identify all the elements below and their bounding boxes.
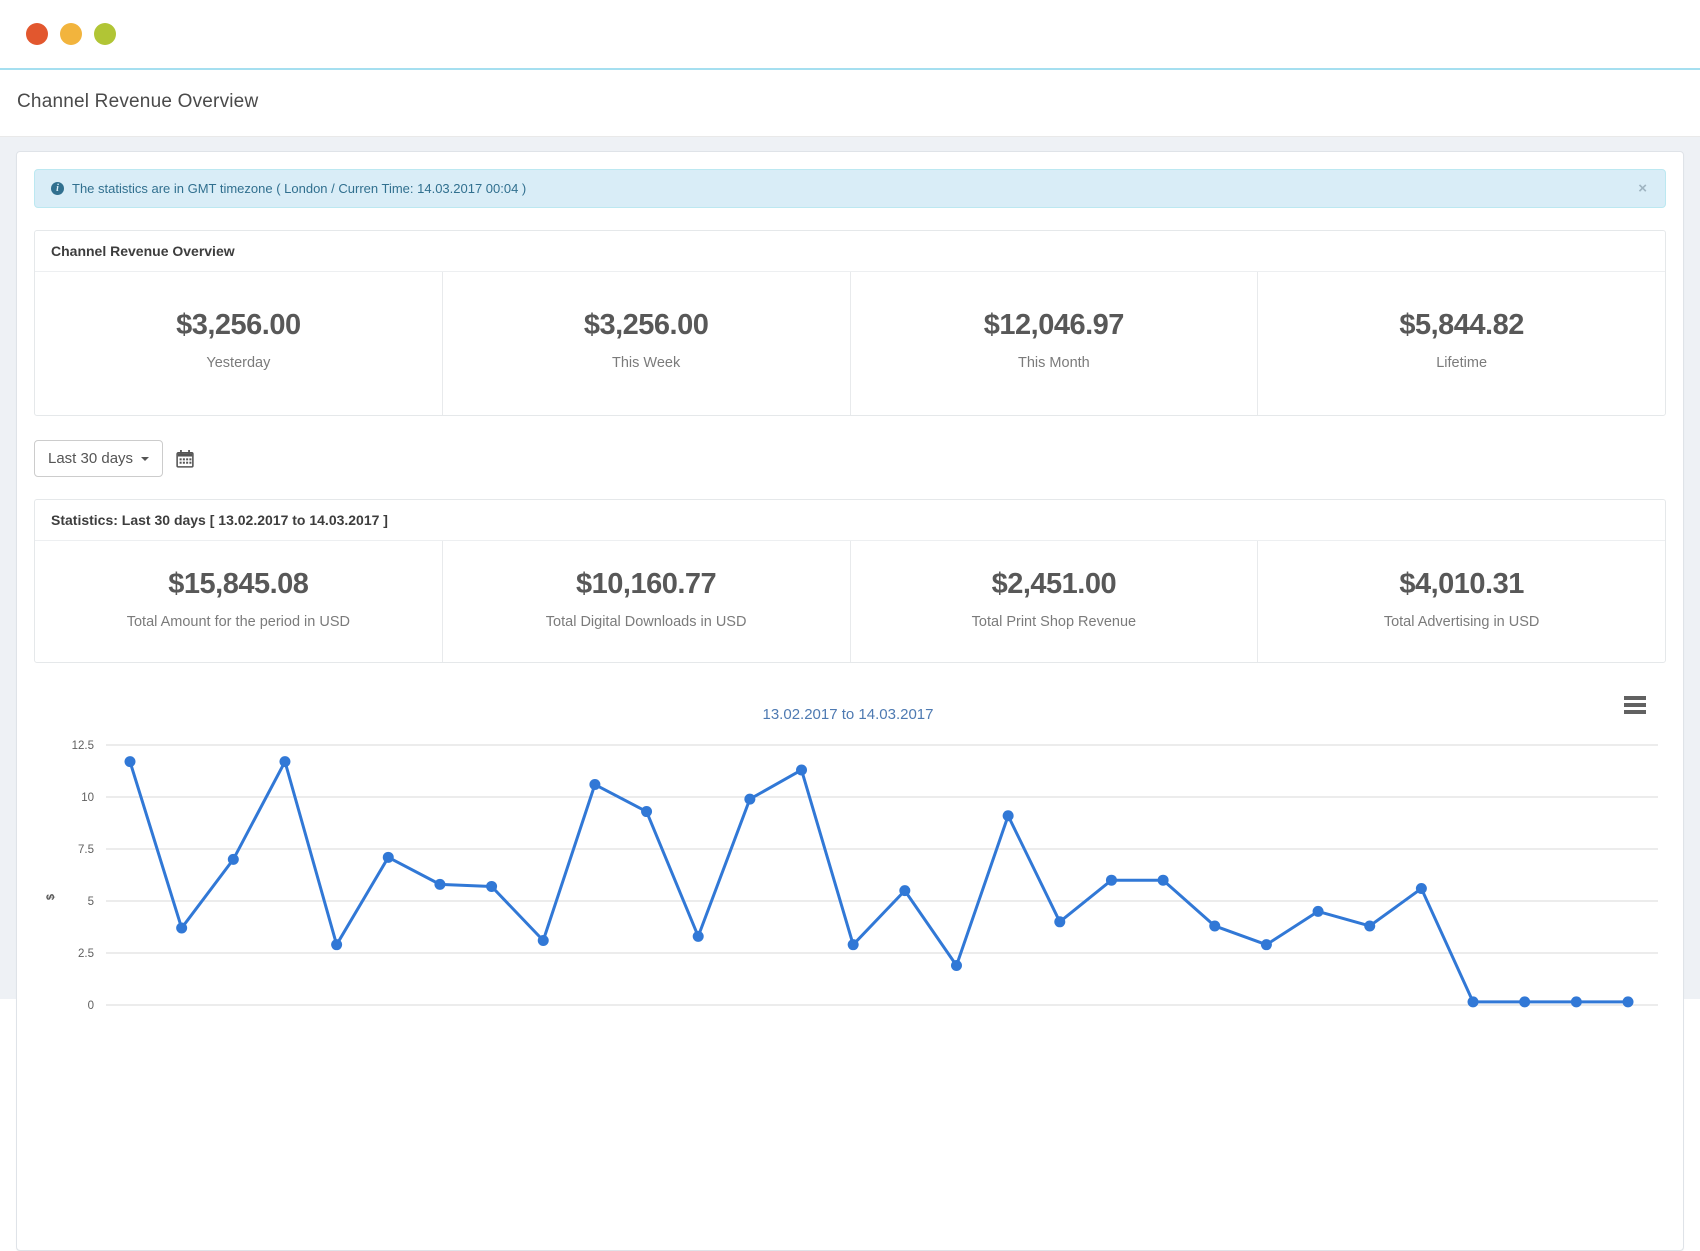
page-background: i The statistics are in GMT timezone ( L…	[0, 137, 1700, 999]
data-point-marker[interactable]	[1519, 996, 1530, 1007]
y-tick-label: 10	[81, 792, 94, 804]
stat-value: $5,844.82	[1268, 309, 1655, 342]
app-window: { "window": { "traffic_lights": [ {"name…	[0, 0, 1700, 1000]
data-point-marker[interactable]	[1261, 939, 1272, 950]
content-card: i The statistics are in GMT timezone ( L…	[16, 151, 1684, 1251]
window-titlebar	[0, 0, 1700, 70]
page-title: Channel Revenue Overview	[17, 91, 1683, 113]
data-point-marker[interactable]	[176, 923, 187, 934]
y-tick-label: 5	[88, 896, 94, 908]
alert-message: The statistics are in GMT timezone ( Lon…	[72, 180, 526, 197]
stat-label: Total Amount for the period in USD	[45, 614, 432, 631]
chart-menu-button[interactable]	[1624, 691, 1646, 719]
stat-value: $15,845.08	[45, 568, 432, 601]
stat-total-amount: $15,845.08 Total Amount for the period i…	[35, 541, 442, 662]
data-point-marker[interactable]	[641, 806, 652, 817]
stat-value: $4,010.31	[1268, 568, 1655, 601]
traffic-light-zoom-button[interactable]	[94, 23, 116, 45]
data-point-marker[interactable]	[693, 931, 704, 942]
y-axis-title: $	[45, 894, 57, 900]
data-point-marker[interactable]	[1054, 916, 1065, 927]
stat-value: $12,046.97	[861, 309, 1248, 342]
calendar-icon	[176, 450, 194, 468]
y-tick-label: 0	[88, 1000, 94, 1012]
traffic-light-minimize-button[interactable]	[60, 23, 82, 45]
chart-section: 2.5 5 7.5 10 12.5 0 $13.02.2017 to 14.03.2017	[34, 685, 1666, 1025]
y-tick-label: 2.5	[78, 948, 94, 960]
data-point-marker[interactable]	[125, 756, 136, 767]
stat-lifetime: $5,844.82 Lifetime	[1257, 272, 1665, 415]
caret-down-icon	[141, 457, 149, 461]
data-point-marker[interactable]	[848, 939, 859, 950]
data-point-marker[interactable]	[589, 779, 600, 790]
stat-value: $3,256.00	[45, 309, 432, 342]
data-point-marker[interactable]	[1209, 920, 1220, 931]
calendar-button[interactable]	[176, 450, 194, 468]
data-point-marker[interactable]	[1106, 875, 1117, 886]
date-range-label: Last 30 days	[48, 449, 133, 468]
info-icon: i	[51, 182, 64, 195]
data-point-marker[interactable]	[383, 852, 394, 863]
revenue-line-chart: 2.5 5 7.5 10 12.5 0 $13.02.2017 to 14.03.2017	[34, 685, 1668, 1020]
close-icon: ×	[1638, 180, 1647, 197]
traffic-light-close-button[interactable]	[26, 23, 48, 45]
data-point-marker[interactable]	[331, 939, 342, 950]
data-point-marker[interactable]	[434, 879, 445, 890]
data-point-marker[interactable]	[1364, 920, 1375, 931]
data-point-marker[interactable]	[1158, 875, 1169, 886]
revenue-series-line	[130, 762, 1628, 1002]
stat-label: Total Print Shop Revenue	[861, 614, 1248, 631]
data-point-marker[interactable]	[1468, 996, 1479, 1007]
stat-label: Yesterday	[45, 355, 432, 372]
overview-stats-row: $3,256.00 Yesterday $3,256.00 This Week …	[35, 272, 1665, 415]
data-point-marker[interactable]	[538, 935, 549, 946]
info-alert: i The statistics are in GMT timezone ( L…	[34, 169, 1666, 208]
data-point-marker[interactable]	[951, 960, 962, 971]
date-range-button[interactable]: Last 30 days	[34, 440, 163, 477]
statistics-stats-row: $15,845.08 Total Amount for the period i…	[35, 541, 1665, 662]
stat-this-week: $3,256.00 This Week	[442, 272, 850, 415]
data-point-marker[interactable]	[744, 794, 755, 805]
data-point-marker[interactable]	[899, 885, 910, 896]
stat-value: $2,451.00	[861, 568, 1248, 601]
data-point-marker[interactable]	[1003, 810, 1014, 821]
data-point-marker[interactable]	[1416, 883, 1427, 894]
page-header: Channel Revenue Overview	[0, 70, 1700, 137]
chart-title: 13.02.2017 to 14.03.2017	[763, 706, 934, 723]
statistics-panel-heading: Statistics: Last 30 days [ 13.02.2017 to…	[35, 500, 1665, 541]
overview-panel-heading: Channel Revenue Overview	[35, 231, 1665, 272]
filter-row: Last 30 days	[34, 440, 1666, 477]
stat-label: This Week	[453, 355, 840, 372]
statistics-panel: Statistics: Last 30 days [ 13.02.2017 to…	[34, 499, 1666, 663]
stat-yesterday: $3,256.00 Yesterday	[35, 272, 442, 415]
stat-label: Total Advertising in USD	[1268, 614, 1655, 631]
stat-label: Lifetime	[1268, 355, 1655, 372]
stat-label: Total Digital Downloads in USD	[453, 614, 840, 631]
overview-panel: Channel Revenue Overview $3,256.00 Yeste…	[34, 230, 1666, 416]
data-point-marker[interactable]	[228, 854, 239, 865]
stat-digital-downloads: $10,160.77 Total Digital Downloads in US…	[442, 541, 850, 662]
stat-label: This Month	[861, 355, 1248, 372]
hamburger-icon	[1624, 696, 1646, 714]
stat-advertising: $4,010.31 Total Advertising in USD	[1257, 541, 1665, 662]
y-tick-label: 7.5	[78, 844, 94, 856]
data-point-marker[interactable]	[1571, 996, 1582, 1007]
data-point-marker[interactable]	[1313, 906, 1324, 917]
stat-this-month: $12,046.97 This Month	[850, 272, 1258, 415]
stat-print-shop: $2,451.00 Total Print Shop Revenue	[850, 541, 1258, 662]
stat-value: $10,160.77	[453, 568, 840, 601]
data-point-marker[interactable]	[1623, 996, 1634, 1007]
data-point-marker[interactable]	[796, 764, 807, 775]
data-point-marker[interactable]	[486, 881, 497, 892]
stat-value: $3,256.00	[453, 309, 840, 342]
y-tick-label: 12.5	[72, 740, 94, 752]
alert-close-button[interactable]: ×	[1636, 181, 1649, 196]
data-point-marker[interactable]	[279, 756, 290, 767]
